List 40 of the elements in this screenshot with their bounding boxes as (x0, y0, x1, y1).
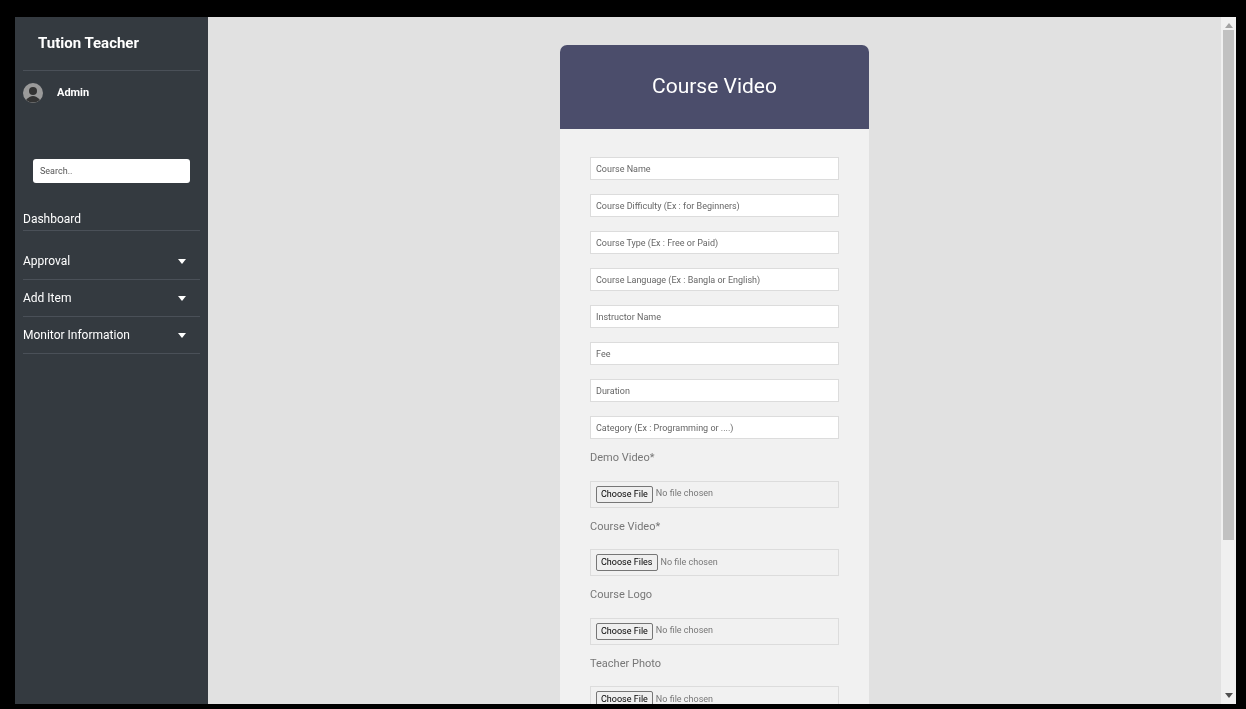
text-field[interactable]: Category (Ex : Programming or ....) (590, 416, 839, 439)
text-field[interactable]: Course Language (Ex : Bangla or English) (590, 268, 839, 291)
field-label: Demo Video* (590, 450, 656, 466)
file-status: No file chosen (655, 624, 713, 638)
scrollbar-thumb[interactable] (1223, 30, 1234, 540)
text-field[interactable]: Duration (590, 379, 839, 402)
choose-file-button[interactable]: Choose File (596, 622, 653, 640)
caret-icon (178, 258, 186, 264)
user-name: Admin (57, 84, 90, 101)
file-status: No file chosen (655, 692, 713, 704)
file-status: No file chosen (655, 487, 713, 501)
file-input[interactable]: Choose File No file chosen (590, 480, 839, 508)
caret-icon (178, 295, 186, 301)
file-input[interactable]: Choose File No file chosen (590, 617, 839, 645)
scrollbar[interactable] (1221, 17, 1236, 704)
sidebar-dropdown[interactable]: Add Item (23, 280, 200, 317)
brand-title: Tution Teacher (38, 33, 139, 55)
form-title: Course Video (652, 73, 777, 101)
text-field[interactable]: Instructor Name (590, 305, 839, 328)
user-avatar-icon (23, 83, 43, 103)
field-label: Teacher Photo (590, 655, 662, 672)
choose-file-button[interactable]: Choose File (596, 691, 653, 704)
choose-file-button[interactable]: Choose Files (596, 554, 658, 571)
search-field[interactable]: Search.. (33, 159, 190, 183)
text-field[interactable]: Fee (590, 342, 839, 365)
caret-icon (178, 332, 186, 338)
file-input[interactable]: Choose File No file chosen (590, 686, 839, 704)
field-label: Course Video* (590, 518, 662, 535)
text-field[interactable]: Course Type (Ex : Free or Paid) (590, 231, 839, 254)
field-label: Course Logo (590, 587, 654, 603)
choose-file-button[interactable]: Choose File (596, 485, 653, 503)
text-field[interactable]: Course Name (590, 157, 839, 180)
sidebar-link[interactable]: Dashboard (23, 207, 200, 231)
text-field[interactable]: Course Difficulty (Ex : for Beginners) (590, 194, 839, 217)
scroll-down-icon[interactable] (1224, 693, 1233, 699)
file-input[interactable]: Choose Files No file chosen (590, 549, 839, 576)
scroll-up-icon[interactable] (1224, 22, 1233, 28)
file-status: No file chosen (660, 555, 718, 569)
sidebar-dropdown[interactable]: Approval (23, 243, 200, 280)
sidebar-dropdown[interactable]: Monitor Information (23, 317, 200, 354)
